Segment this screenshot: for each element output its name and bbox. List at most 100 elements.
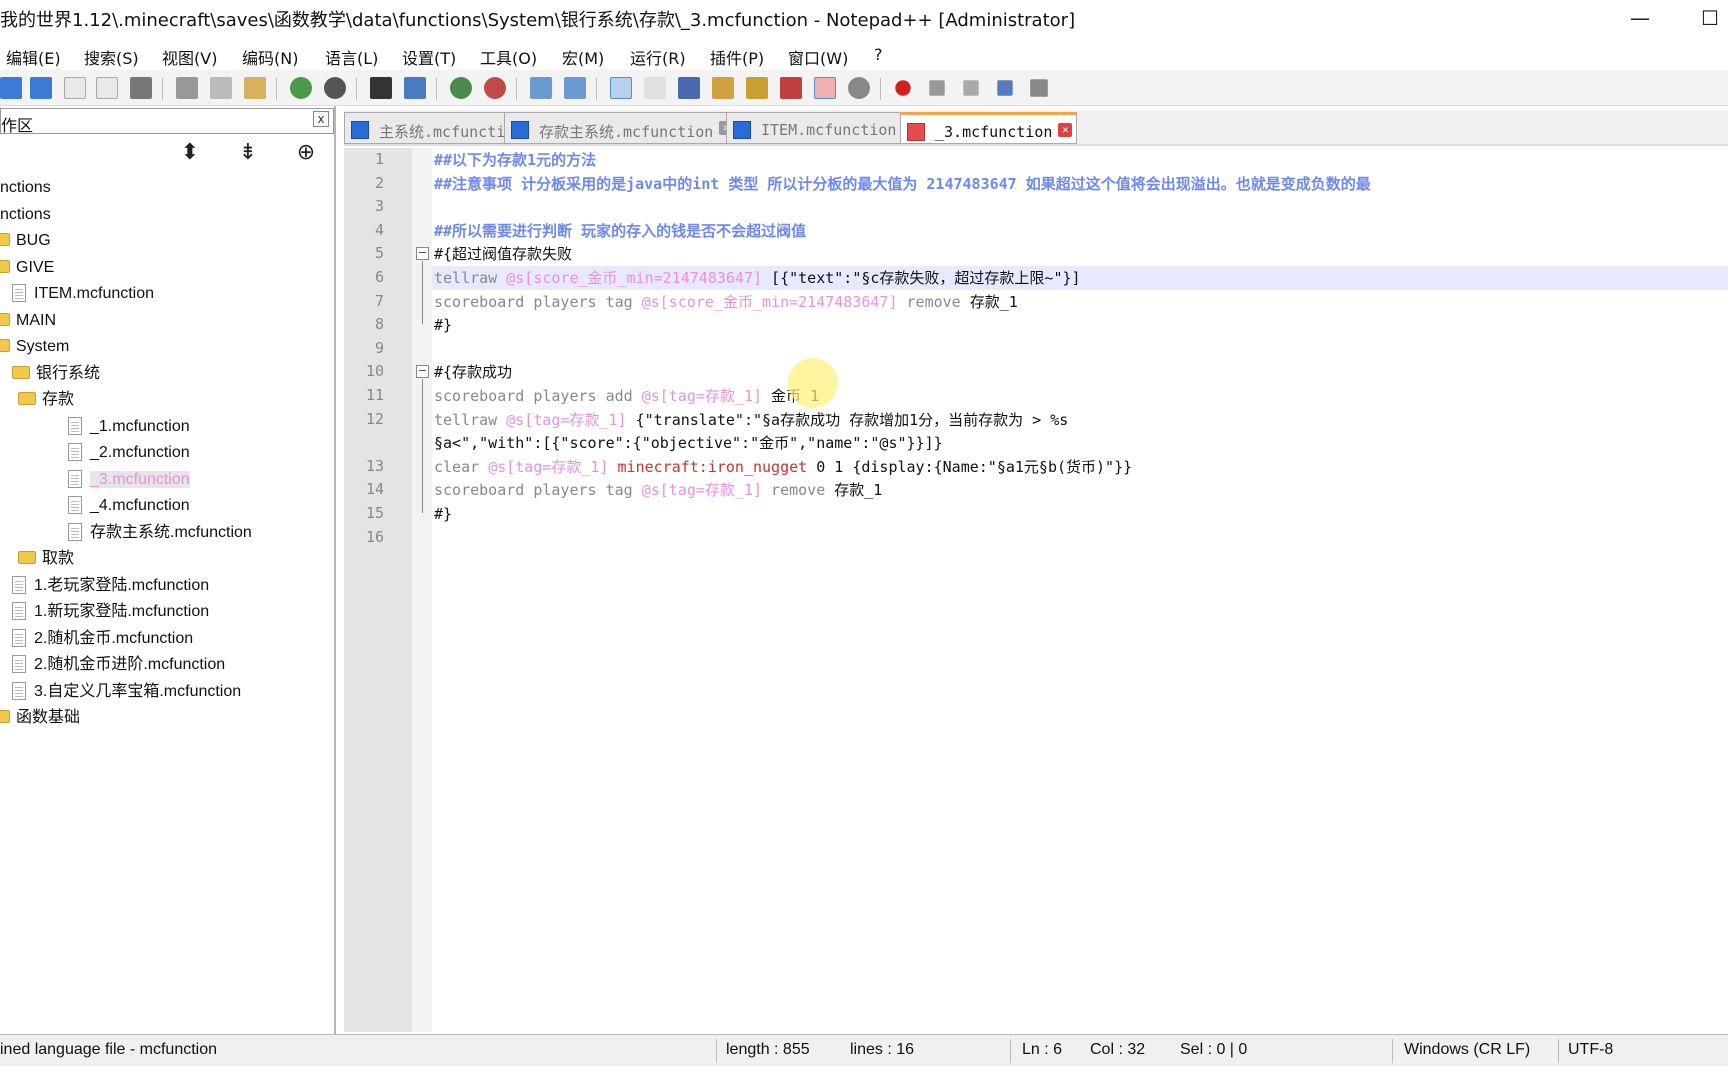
tree-item[interactable]: _3.mcfunction [68,468,190,492]
code-line[interactable]: scoreboard players add @s[tag=存款_1] 金币 1 [434,384,819,408]
tree-item-label: nctions [0,205,51,223]
menu-encoding[interactable]: 编码(N) [242,45,298,69]
tree-item[interactable]: 2.随机金币.mcfunction [12,627,193,651]
tab-close-icon[interactable]: ✕ [1058,123,1073,137]
tree-item[interactable]: _4.mcfunction [68,494,190,518]
file-icon [12,655,26,673]
save-all-icon[interactable] [30,77,52,99]
show-all-chars-icon[interactable] [644,77,666,99]
code-token: remove [762,481,835,500]
project-panel-icon[interactable] [814,77,836,99]
title-bar: 我的世界1.12\.minecraft\saves\函数教学\data\func… [0,0,1728,38]
panel-close-button[interactable]: x [313,111,329,127]
close-all-icon[interactable] [96,77,118,99]
code-line[interactable]: scoreboard players tag @s[score_金币_min=2… [434,290,1018,314]
code-line[interactable]: ##以下为存款1元的方法 [434,148,596,172]
code-line[interactable]: tellraw @s[tag=存款_1] {"translate":"§a存款成… [434,408,1068,432]
locate-file-icon[interactable]: ⊕ [292,140,320,168]
zoom-out-icon[interactable] [484,77,506,99]
tree-item[interactable]: 存款 [18,388,74,412]
cut-icon[interactable] [176,77,198,99]
tree-item[interactable]: nctions [0,176,51,200]
menu-settings[interactable]: 设置(T) [402,45,456,69]
code-line[interactable]: #} [434,502,452,526]
code-token: 0 1 {display:{Name:"§a1元§b(货币)"}} [807,457,1133,476]
menu-plugins[interactable]: 插件(P) [710,45,764,69]
maximize-button[interactable]: ☐ [1690,2,1728,36]
code-line[interactable]: clear @s[tag=存款_1] minecraft:iron_nugget… [434,455,1132,479]
tree-item[interactable]: 取款 [18,547,74,571]
expand-all-icon[interactable]: ⇟ [234,140,262,168]
fold-toggle-icon[interactable]: − [416,247,429,261]
copy-icon[interactable] [210,77,232,99]
replace-icon[interactable] [404,77,426,99]
tree-item[interactable]: 1.新玩家登陆.mcfunction [12,600,209,624]
menu-tools[interactable]: 工具(O) [480,45,537,69]
word-wrap-icon[interactable] [610,77,632,99]
collapse-all-icon[interactable]: ⬍ [176,140,204,168]
sync-v-icon[interactable] [530,77,552,99]
tab[interactable]: 存款主系统.mcfunction✕ [504,112,739,144]
tree-item[interactable]: 银行系统 [12,362,100,386]
tree-item[interactable]: 1.老玩家登陆.mcfunction [12,574,209,598]
code-token: @s[tag=存款_1] [506,410,627,429]
function-list-icon[interactable] [746,77,768,99]
monitoring-icon[interactable] [848,77,870,99]
print-icon[interactable] [130,77,152,99]
tab[interactable]: _3.mcfunction ✕ [900,112,1078,144]
doc-map-icon[interactable] [712,77,734,99]
code-line[interactable]: ##注意事项 计分板采用的是java中的int 类型 所以计分板的最大值为 21… [434,172,1371,196]
code-line[interactable]: #{存款成功 [434,360,512,384]
tree-item[interactable]: GIVE [0,256,54,280]
menu-window[interactable]: 窗口(W) [788,45,848,69]
tree-item-label: nctions [0,179,51,196]
code-line[interactable]: ##所以需要进行判断 玩家的存入的钱是否不会超过阀值 [434,219,806,243]
tree-item-label: _4.mcfunction [90,497,190,514]
play-multiple-icon[interactable] [997,80,1013,96]
save-icon[interactable] [0,77,22,99]
minimize-button[interactable]: — [1620,2,1660,36]
tree-item[interactable]: 3.自定义几率宝箱.mcfunction [12,680,241,704]
stop-macro-icon[interactable] [929,80,945,96]
save-macro-icon[interactable] [1030,79,1048,97]
sync-h-icon[interactable] [564,77,586,99]
tree-item[interactable]: MAIN [0,309,56,333]
code-line[interactable]: scoreboard players tag @s[tag=存款_1] remo… [434,478,882,502]
redo-icon[interactable] [324,77,346,99]
code-line[interactable]: #} [434,313,452,337]
close-file-icon[interactable] [64,77,86,99]
tree-item[interactable]: BUG [0,229,51,253]
menu-run[interactable]: 运行(R) [630,45,686,69]
tree-item[interactable]: System [0,335,69,359]
tree-item[interactable]: 2.随机金币进阶.mcfunction [12,653,225,677]
code-line[interactable]: #{超过阀值存款失败 [434,242,572,266]
tree-item[interactable]: ITEM.mcfunction [12,282,154,306]
tree-item[interactable]: _1.mcfunction [68,415,190,439]
indent-guide-icon[interactable] [678,77,700,99]
menu-language[interactable]: 语言(L) [325,45,378,69]
tab[interactable]: ITEM.mcfunction✕ [726,112,922,144]
tree-item[interactable]: 函数基础 [0,706,80,730]
tree-item[interactable]: _2.mcfunction [68,441,190,465]
code-line[interactable]: tellraw @s[score_金币_min=2147483647] [{"t… [434,266,1081,290]
menu-edit[interactable]: 编辑(E) [6,45,61,69]
folder-icon [0,259,10,273]
record-macro-icon[interactable] [895,80,911,96]
fold-toggle-icon[interactable]: − [416,365,429,379]
find-icon[interactable] [370,77,392,99]
zoom-in-icon[interactable] [450,77,472,99]
code-line[interactable]: §a<","with":[{"score":{"objective":"金币",… [434,431,943,455]
paste-icon[interactable] [244,77,266,99]
tree-item[interactable]: nctions [0,203,51,227]
menu-search[interactable]: 搜索(S) [84,45,139,69]
menu-macro[interactable]: 宏(M) [562,45,604,69]
play-macro-icon[interactable] [963,80,979,96]
menu-view[interactable]: 视图(V) [162,45,217,69]
file-icon [12,628,26,647]
tree-item[interactable]: 存款主系统.mcfunction [68,521,252,545]
menu-help[interactable]: ? [874,45,883,64]
status-language: ined language file - mcfunction [0,1041,218,1058]
undo-icon[interactable] [290,77,312,99]
editor[interactable]: 1 2 3 4 5 6 7 8 9 10 11 12 13 14 15 16 ##以下为存款1元的方法 ##注意… [344,148,1728,1032]
folder-workspace-icon[interactable] [780,77,802,99]
